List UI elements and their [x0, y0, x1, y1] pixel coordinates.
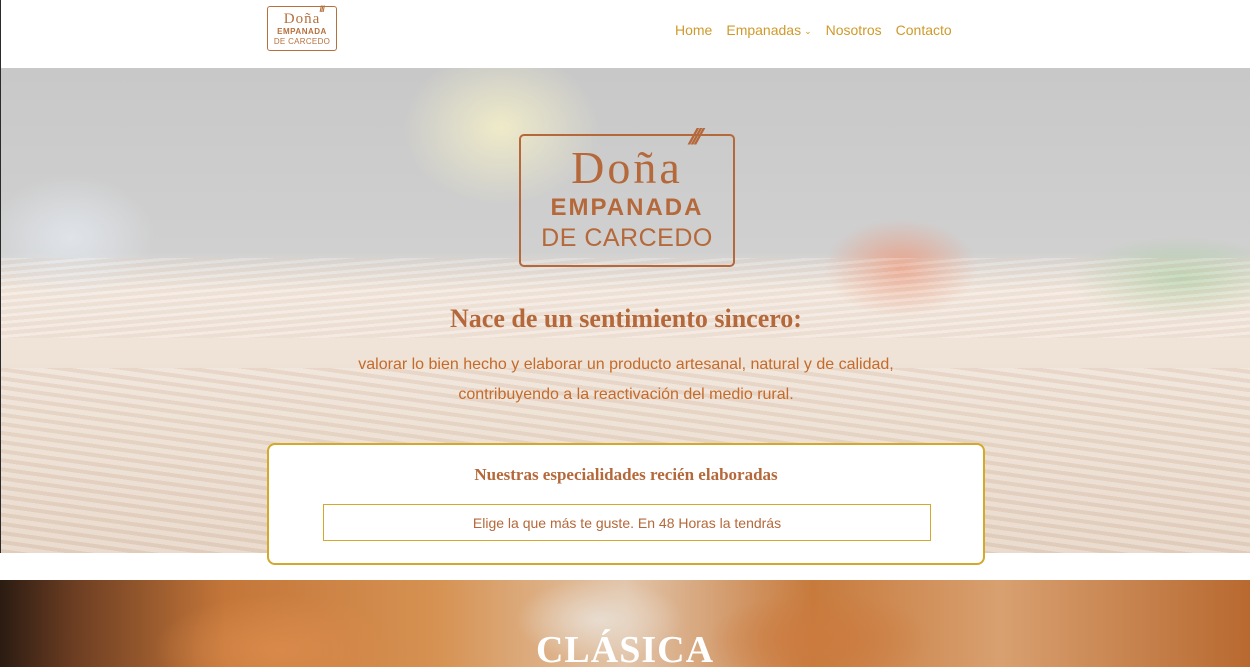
choose-empanada-button[interactable]: Elige la que más te guste. En 48 Horas l…	[323, 504, 931, 541]
specialties-title: Nuestras especialidades recién elaborada…	[474, 465, 778, 484]
nav-item-nosotros[interactable]: Nosotros	[826, 22, 882, 38]
hero-title: Nace de un sentimiento sincero:	[450, 304, 802, 333]
site-header: /// Doña EMPANADA DE CARCEDO Home Empana…	[0, 0, 1250, 68]
product-title: CLÁSICA	[535, 629, 715, 667]
specialties-box: Nuestras especialidades recién elaborada…	[267, 443, 985, 565]
header-logo[interactable]: /// Doña EMPANADA DE CARCEDO	[267, 4, 337, 51]
nav-item-contacto[interactable]: Contacto	[896, 22, 952, 38]
nav-item-empanadas[interactable]: Empanadas ⌄	[726, 22, 811, 38]
nav-item-empanadas-label: Empanadas	[726, 22, 802, 38]
hero-subtitle-line2: contribuyendo a la reactivación del medi…	[458, 386, 794, 403]
main-nav: Home Empanadas ⌄ Nosotros Contacto	[675, 22, 952, 38]
nav-item-nosotros-label: Nosotros	[825, 22, 882, 38]
nav-item-home[interactable]: Home	[675, 22, 712, 38]
hero-subtitle-line1: valorar lo bien hecho y elaborar un prod…	[358, 356, 894, 373]
header-logo-line1: Doña	[283, 11, 321, 27]
chevron-down-icon: ⌄	[804, 25, 812, 36]
header-logo-line2: EMPANADA	[277, 27, 327, 36]
hero-subtitle: valorar lo bien hecho y elaborar un prod…	[1, 350, 1250, 410]
hero-logo-line2: EMPANADA	[550, 194, 704, 221]
hero-logo: /// Doña EMPANADA DE CARCEDO	[519, 124, 735, 267]
nav-item-home-label: Home	[675, 22, 713, 38]
logo-stripes-icon: ///	[319, 4, 324, 14]
hero-logo-line3: DE CARCEDO	[541, 224, 713, 252]
product-section-clasica: CLÁSICA	[0, 580, 1250, 667]
header-logo-line3: DE CARCEDO	[273, 37, 331, 46]
nav-item-contacto-label: Contacto	[895, 22, 952, 38]
hero-logo-line1: Doña	[571, 142, 683, 193]
